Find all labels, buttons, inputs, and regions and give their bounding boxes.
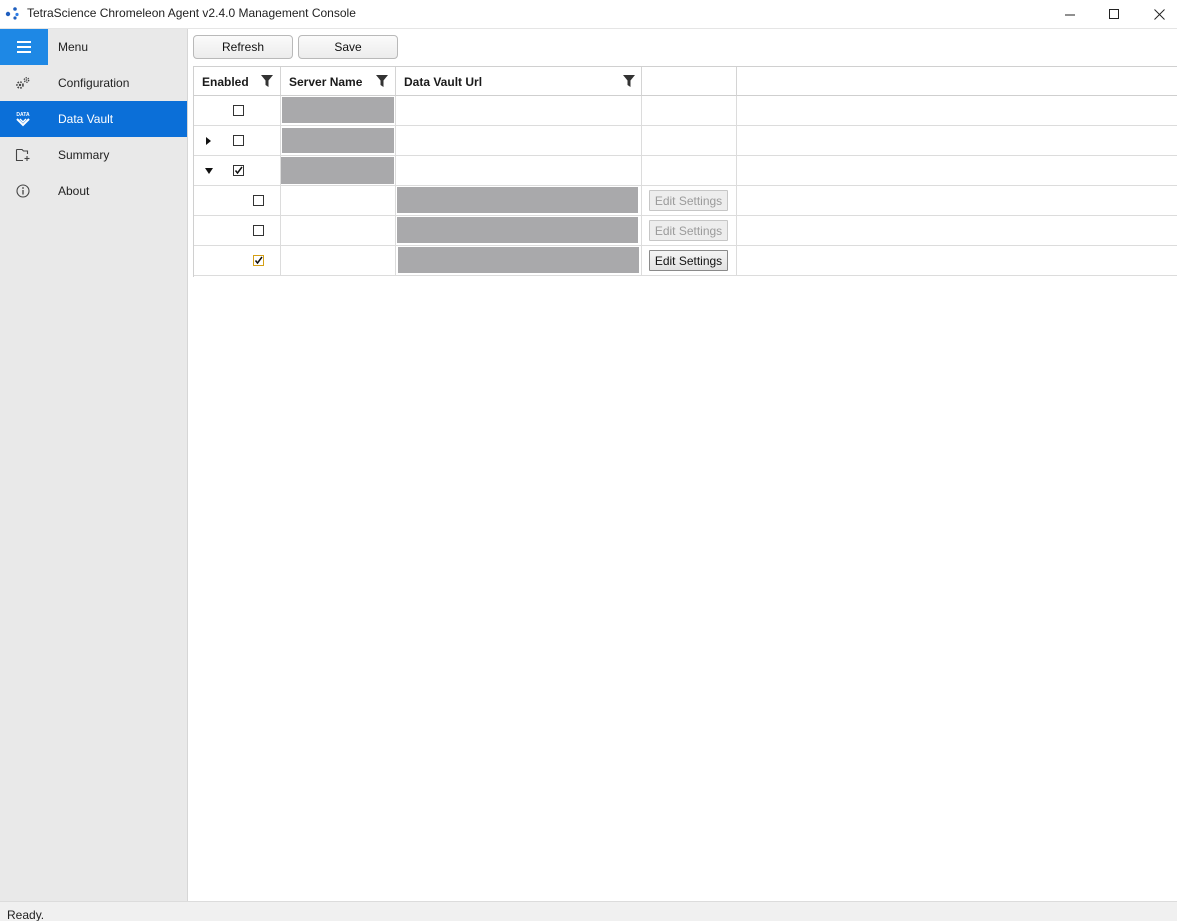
data-vault-url-cell [396,246,642,275]
hamburger-icon [17,41,31,53]
data-vault-url-value [398,247,639,273]
table-row-server[interactable] [194,126,1177,156]
menu-label: Menu [58,40,89,54]
enabled-checkbox[interactable] [253,255,264,266]
server-name-value [282,128,394,153]
server-name-value [281,157,394,184]
enabled-cell [194,246,281,275]
server-name-value [282,97,394,123]
data-vault-url-cell [396,126,642,155]
actions-cell: Edit Settings [642,216,737,245]
minimize-icon [1064,14,1075,15]
svg-text:DATA: DATA [16,112,30,118]
expand-arrow-icon[interactable] [205,137,213,145]
actions-cell [642,126,737,155]
column-header-label: Enabled [202,75,249,89]
summary-icon [14,147,32,163]
tetrascience-logo-icon [5,7,19,20]
sidebar-item-label: Summary [58,148,110,162]
gears-icon [14,75,32,91]
data-vault-url-cell [396,96,642,125]
enabled-checkbox[interactable] [253,225,264,236]
sidebar: Menu Configuration DATA Data Vault Summa… [0,29,188,901]
enabled-cell [194,216,281,245]
column-header-label: Server Name [289,75,363,89]
data-vault-url-value [397,187,638,213]
filter-icon[interactable] [376,75,388,88]
column-header-server-name[interactable]: Server Name [281,67,396,96]
sidebar-item-label: Data Vault [58,112,114,126]
column-header-data-vault-url[interactable]: Data Vault Url [396,67,642,96]
edit-settings-button[interactable]: Edit Settings [649,250,728,271]
checkmark-icon [254,256,263,265]
filter-icon[interactable] [623,75,635,88]
enabled-cell [194,126,281,155]
table-row-server[interactable] [194,96,1177,126]
edit-settings-button[interactable]: Edit Settings [649,220,728,241]
column-header-enabled[interactable]: Enabled [194,67,281,96]
maximize-button[interactable] [1091,0,1137,28]
data-vault-icon: DATA [14,111,32,127]
enabled-checkbox[interactable] [233,105,244,116]
enabled-cell [194,156,281,185]
window-title: TetraScience Chromeleon Agent v2.4.0 Man… [27,6,356,20]
sidebar-item-summary[interactable]: Summary [0,137,187,173]
info-icon [14,183,32,199]
data-vault-grid: Enabled Server Name Data Vault Url Edit … [193,66,1177,277]
actions-cell [642,96,737,125]
maximize-icon [1108,8,1119,19]
collapse-arrow-icon[interactable] [205,167,213,175]
enabled-cell [194,186,281,215]
actions-cell [642,156,737,185]
sidebar-item-label: Configuration [58,76,130,90]
enabled-checkbox[interactable] [233,135,244,146]
enabled-checkbox[interactable] [233,165,244,176]
server-name-cell [281,156,396,185]
server-name-cell [281,216,396,245]
status-text: Ready. [7,908,45,921]
menu-row: Menu [0,29,187,65]
column-header-label: Data Vault Url [404,75,483,89]
data-vault-url-cell [396,216,642,245]
server-name-cell [281,96,396,125]
column-header-actions [642,67,737,96]
menu-toggle-button[interactable] [0,29,48,65]
table-row-vault[interactable]: Edit Settings [194,186,1177,216]
close-icon [1153,8,1165,20]
status-bar: Ready. [0,901,1177,921]
column-header-filler [737,67,1177,96]
table-row-vault[interactable]: Edit Settings [194,246,1177,276]
enabled-cell [194,96,281,125]
title-bar: TetraScience Chromeleon Agent v2.4.0 Man… [0,0,1177,29]
data-vault-url-value [397,217,638,243]
server-name-cell [281,126,396,155]
filter-icon[interactable] [261,75,273,88]
table-row-server[interactable] [194,156,1177,186]
data-vault-url-cell [396,156,642,185]
data-vault-url-cell [396,186,642,215]
sidebar-item-configuration[interactable]: Configuration [0,65,187,101]
sidebar-item-label: About [58,184,90,198]
refresh-button[interactable]: Refresh [193,35,293,59]
sidebar-item-about[interactable]: About [0,173,187,209]
save-button[interactable]: Save [298,35,398,59]
close-button[interactable] [1136,0,1177,28]
actions-cell: Edit Settings [642,186,737,215]
table-row-vault[interactable]: Edit Settings [194,216,1177,246]
enabled-checkbox[interactable] [253,195,264,206]
checkmark-icon [234,166,243,175]
server-name-cell [281,186,396,215]
actions-cell: Edit Settings [642,246,737,275]
minimize-button[interactable] [1047,0,1093,28]
server-name-cell [281,246,396,275]
sidebar-item-data-vault[interactable]: DATA Data Vault [0,101,187,137]
edit-settings-button[interactable]: Edit Settings [649,190,728,211]
